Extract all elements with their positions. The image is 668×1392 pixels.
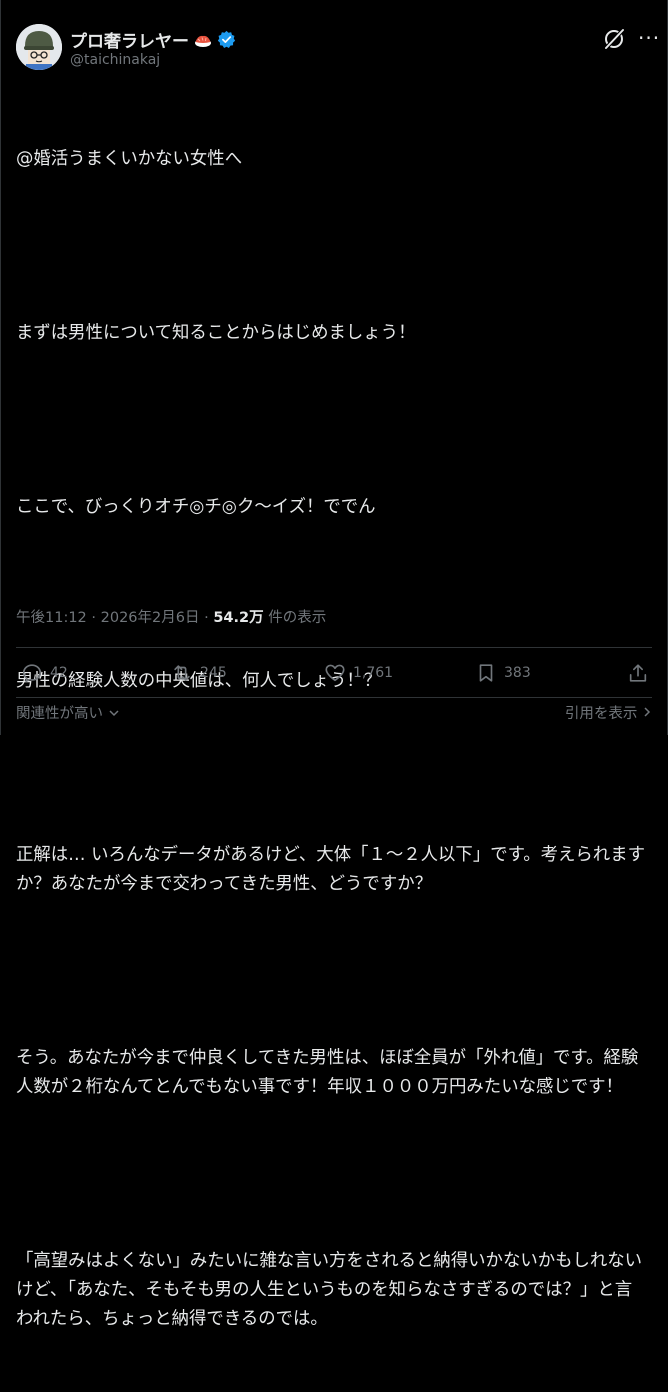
meta-separator: · (204, 610, 209, 626)
post-paragraph: 正解は… いろんなデータがあるけど、大体「１〜２人以下」です。考えられますか？あ… (16, 845, 645, 894)
post-meta: 午後11:12 · 2026年2月6日 · 54.2万 件の表示 (16, 606, 326, 627)
post-paragraph: ここで、びっくりオチ◎チ◎ク〜イズ！ででん (16, 497, 376, 517)
post-paragraph: @婚活うまくいかない女性へ (16, 149, 243, 169)
sort-label: 関連性が高い (16, 706, 103, 722)
like-button[interactable]: 1,761 (324, 662, 393, 684)
post-date[interactable]: 2026年2月6日 (101, 610, 200, 626)
bookmark-icon (479, 664, 493, 682)
divider (16, 697, 652, 698)
divider (16, 647, 652, 648)
reply-count: 42 (50, 665, 68, 681)
repost-button[interactable]: 245 (171, 662, 227, 684)
action-bar: 42 245 1,761 383 (1, 662, 668, 692)
post-paragraph: 「高望みはよくない」みたいに雑な言い方をされると納得いかないかもしれないけど、「… (16, 1251, 643, 1329)
post-card: プロ奢ラレヤー @taichinakaj ··· @婚活うまくいかない女性へ ま… (0, 0, 668, 1329)
like-count: 1,761 (353, 665, 394, 681)
chevron-down-icon (109, 710, 119, 717)
heart-icon (325, 664, 345, 682)
author-display-name[interactable]: プロ奢ラレヤー (70, 27, 189, 52)
reply-button[interactable]: 42 (21, 662, 68, 684)
view-count: 54.2万 (213, 610, 264, 626)
more-options-icon[interactable]: ··· (638, 26, 660, 50)
reply-icon (22, 664, 42, 683)
avatar-helmet-icon (16, 24, 62, 70)
bookmark-button[interactable]: 383 (475, 662, 531, 684)
author-handle[interactable]: @taichinakaj (70, 52, 160, 68)
sushi-emoji-icon (195, 35, 211, 47)
view-quotes-link[interactable]: 引用を表示 (565, 702, 652, 723)
post-paragraph: まずは男性について知ることからはじめましょう！ (16, 323, 416, 343)
post-time[interactable]: 午後11:12 (16, 610, 87, 626)
share-icon (629, 664, 647, 682)
grok-icon[interactable] (601, 26, 627, 52)
repost-count: 245 (200, 665, 227, 681)
chevron-right-icon (644, 707, 651, 717)
post-text: @婚活うまくいかない女性へ まずは男性について知ることからはじめましょう！ ここ… (16, 87, 646, 1392)
repost-icon (174, 665, 190, 681)
meta-separator: · (91, 610, 97, 626)
post-paragraph: そう。あなたが今まで仲良くしてきた男性は、ほぼ全員が「外れ値」です。経験人数が２… (16, 1048, 639, 1097)
author-name-row: プロ奢ラレヤー (70, 27, 236, 52)
view-count-label: 件の表示 (268, 610, 327, 626)
bookmark-count: 383 (504, 665, 531, 681)
view-quotes-label: 引用を表示 (564, 706, 638, 722)
verified-badge-icon[interactable] (217, 30, 236, 49)
author-avatar[interactable] (16, 24, 62, 70)
share-button[interactable] (627, 662, 649, 684)
sort-dropdown[interactable]: 関連性が高い (16, 702, 120, 723)
